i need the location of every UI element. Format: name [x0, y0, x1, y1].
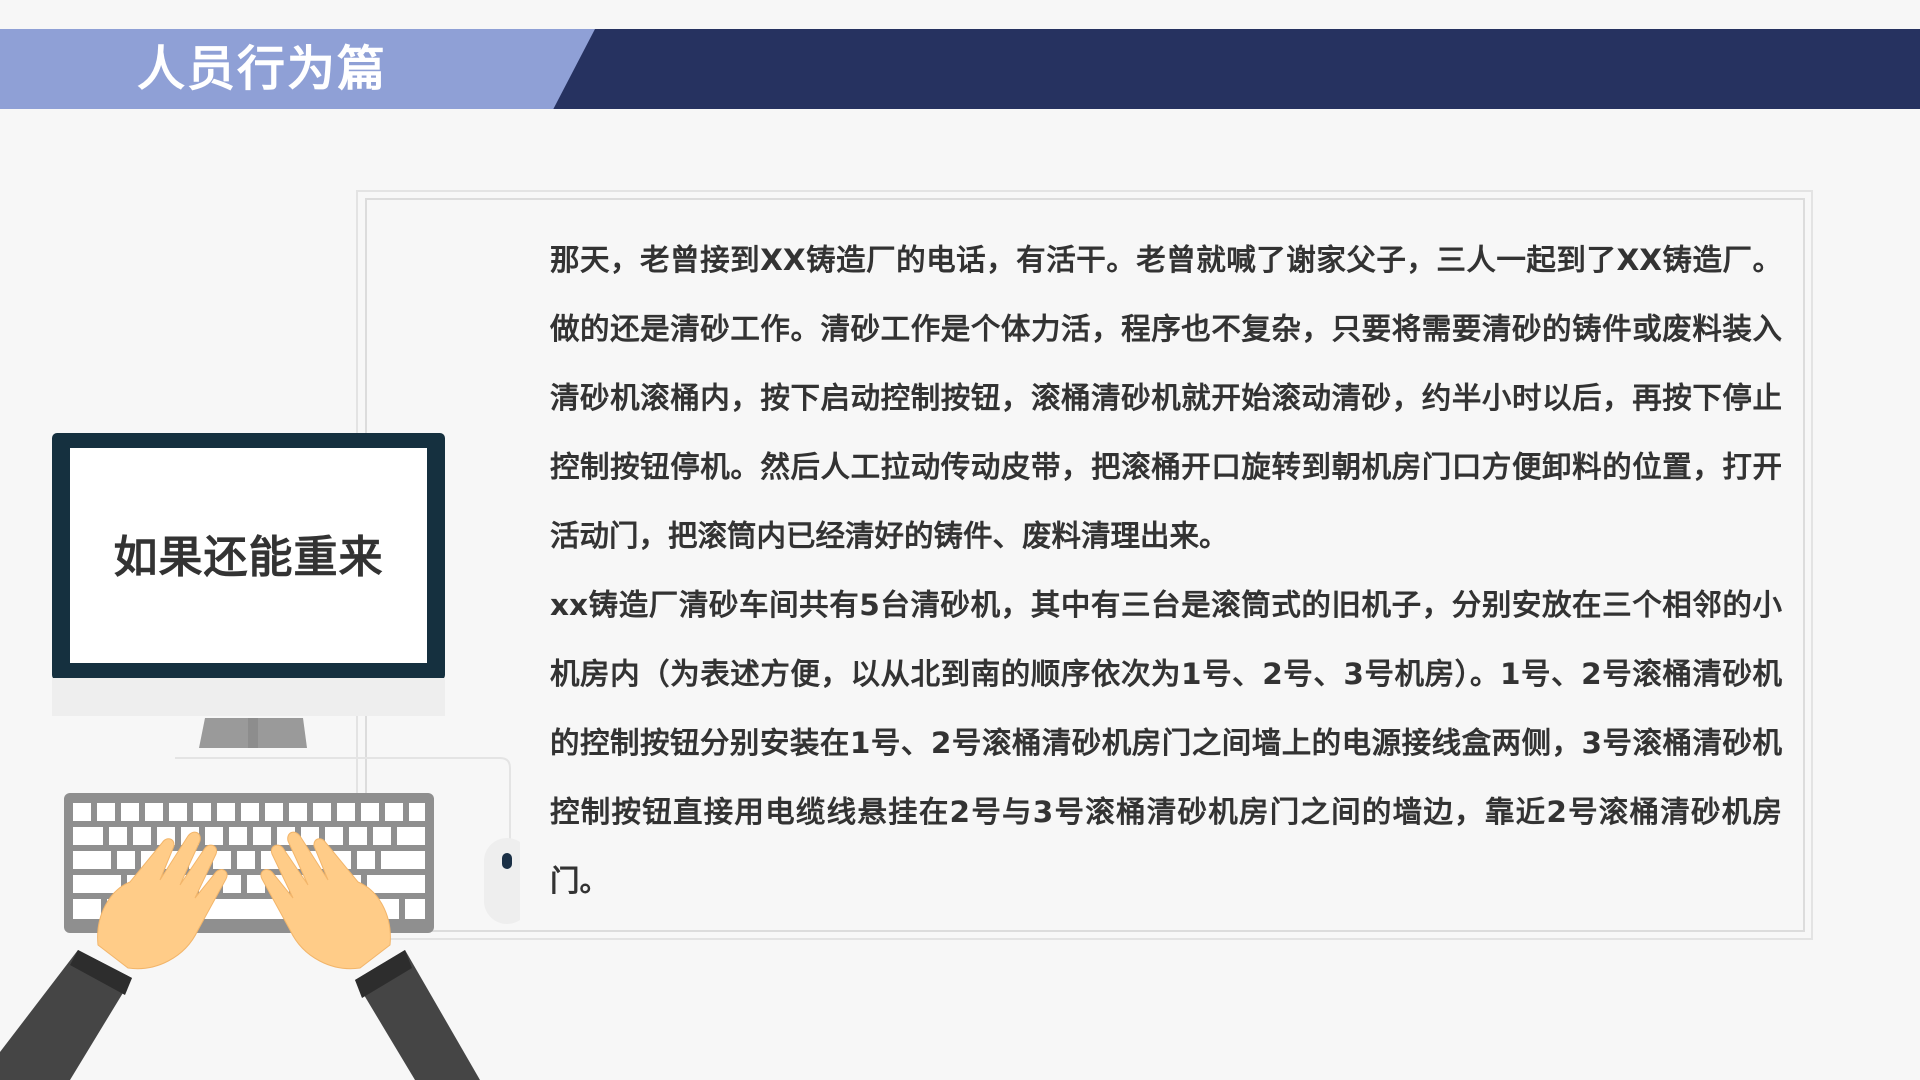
arms-icon: [0, 950, 480, 1080]
article-body: 那天，老曾接到XX铸造厂的电话，有活干。老曾就喊了谢家父子，三人一起到了XX铸造…: [550, 226, 1782, 916]
article-paragraph: 那天，老曾接到XX铸造厂的电话，有活干。老曾就喊了谢家父子，三人一起到了XX铸造…: [550, 243, 1782, 553]
monitor-caption: 如果还能重来: [113, 532, 384, 583]
article-paragraph: xx铸造厂清砂车间共有5台清砂机，其中有三台是滚筒式的旧机子，分别安放在三个相邻…: [550, 588, 1782, 898]
mouse-icon: [484, 838, 520, 924]
